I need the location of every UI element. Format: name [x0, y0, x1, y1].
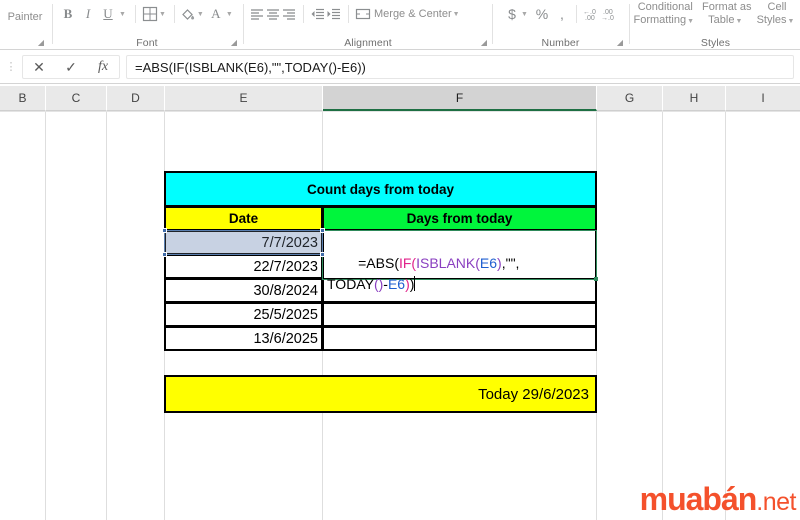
font-color-chevron-down-icon[interactable]: ▼: [226, 11, 233, 18]
date-cell-row-5[interactable]: 13/6/2025: [164, 326, 323, 351]
column-header-G[interactable]: G: [597, 86, 663, 111]
decrease-decimal-icon[interactable]: ←.0.00: [582, 6, 600, 22]
align-center-icon[interactable]: [265, 6, 281, 22]
svg-text:.00: .00: [585, 15, 595, 22]
watermark-logo: muabán.net: [639, 481, 797, 519]
column-header-row: B C D E F G H I: [0, 86, 800, 111]
ribbon-group-styles: Conditional Formatting▼ Format as Table▼…: [631, 0, 800, 50]
ribbon-group-font: B I U ▼ ▼ ▼ A ▼ Font ◢: [53, 0, 241, 50]
gridline-vertical: [725, 111, 726, 520]
formula-bar: ⋮ ✕ ✓ fx =ABS(IF(ISBLANK(E6),"",TODAY()-…: [0, 51, 800, 84]
gridline-horizontal: [0, 111, 800, 112]
borders-chevron-down-icon[interactable]: ▼: [159, 11, 166, 18]
borders-icon[interactable]: [142, 6, 158, 22]
merge-and-center-icon[interactable]: [355, 6, 371, 22]
gridline-vertical: [662, 111, 663, 520]
ribbon-divider: [492, 4, 493, 44]
column-header-C[interactable]: C: [46, 86, 107, 111]
formula-input[interactable]: =ABS(IF(ISBLANK(E6),"",TODAY()-E6)): [126, 55, 794, 79]
ribbon: Painter ◢ B I U ▼ ▼ ▼ A ▼ Font ◢ Merge &…: [0, 0, 800, 50]
table-border-left-segment: [322, 230, 324, 280]
column-header-E[interactable]: E: [165, 86, 323, 111]
italic-button[interactable]: I: [78, 6, 98, 22]
date-cell-row-2[interactable]: 22/7/2023: [164, 254, 323, 279]
ribbon-divider: [243, 4, 244, 44]
gridline-vertical: [45, 111, 46, 520]
clipboard-dialog-launcher[interactable]: ◢: [38, 38, 44, 47]
cancel-edit-button[interactable]: ✕: [23, 56, 55, 78]
underline-button[interactable]: U: [98, 6, 118, 22]
ribbon-group-styles-label: Styles: [700, 37, 731, 49]
currency-chevron-down-icon[interactable]: ▼: [521, 11, 528, 18]
percent-format-button[interactable]: %: [531, 6, 553, 22]
column-header-D[interactable]: D: [107, 86, 165, 111]
watermark-tld: .net: [756, 488, 796, 516]
format-as-table-button[interactable]: Format as Table▼: [702, 1, 752, 28]
table-title-cell[interactable]: Count days from today: [164, 171, 597, 207]
font-dialog-launcher[interactable]: ◢: [231, 38, 237, 47]
currency-format-button[interactable]: $: [504, 6, 520, 22]
column-header-H[interactable]: H: [663, 86, 726, 111]
days-cell-row-5[interactable]: [322, 326, 597, 351]
column-header-days-cell[interactable]: Days from today: [322, 206, 597, 231]
comma-format-button[interactable]: ,: [553, 6, 571, 22]
confirm-edit-button[interactable]: ✓: [55, 56, 87, 78]
number-dialog-launcher[interactable]: ◢: [617, 38, 623, 47]
insert-function-icon[interactable]: fx: [87, 56, 119, 78]
date-cell-row-1[interactable]: 7/7/2023: [164, 230, 323, 255]
worksheet-grid[interactable]: Count days from today Date Days from tod…: [0, 111, 800, 520]
ribbon-group-font-label: Font: [136, 37, 158, 49]
days-cell-row-4[interactable]: [322, 302, 597, 327]
ribbon-divider: [629, 4, 630, 44]
gridline-vertical: [106, 111, 107, 520]
date-cell-row-4[interactable]: 25/5/2025: [164, 302, 323, 327]
fill-color-chevron-down-icon[interactable]: ▼: [197, 11, 204, 18]
increase-decimal-icon[interactable]: .00 →.0: [600, 6, 618, 22]
column-header-F[interactable]: F: [323, 86, 597, 111]
fill-color-icon[interactable]: [180, 6, 196, 22]
cell-styles-button[interactable]: Cell Styles▼: [757, 1, 798, 28]
name-box-placeholder: ⋮: [5, 60, 17, 73]
align-left-icon[interactable]: [249, 6, 265, 22]
underline-chevron-down-icon[interactable]: ▼: [119, 11, 126, 18]
format-painter-label[interactable]: Painter: [8, 11, 43, 23]
ribbon-group-clipboard: Painter ◢: [0, 0, 50, 50]
alignment-dialog-launcher[interactable]: ◢: [481, 38, 487, 47]
date-cell-row-3[interactable]: 30/8/2024: [164, 278, 323, 303]
conditional-formatting-button[interactable]: Conditional Formatting▼: [634, 1, 698, 28]
increase-indent-icon[interactable]: [326, 6, 342, 22]
align-right-icon[interactable]: [281, 6, 297, 22]
column-header-I[interactable]: I: [726, 86, 800, 111]
ribbon-group-alignment-label: Alignment: [344, 37, 392, 49]
bold-button[interactable]: B: [58, 6, 78, 22]
merge-chevron-down-icon[interactable]: ▼: [453, 11, 460, 18]
active-cell-formula-text[interactable]: =ABS(IF(ISBLANK(E6),"", TODAY()-E6)): [325, 232, 593, 292]
merge-and-center-label[interactable]: Merge & Center: [374, 8, 452, 20]
ribbon-group-number: $ ▼ % , ←.0.00 .00 →.0 Number ◢: [494, 0, 627, 50]
formula-bar-buttons: ✕ ✓ fx: [22, 55, 120, 79]
column-header-date-cell[interactable]: Date: [164, 206, 323, 231]
excel-window: Painter ◢ B I U ▼ ▼ ▼ A ▼ Font ◢ Merge &…: [0, 0, 800, 520]
ribbon-group-number-label: Number: [541, 37, 580, 49]
ribbon-group-alignment: Merge & Center ▼ Alignment ◢: [245, 0, 491, 50]
font-color-icon[interactable]: A: [207, 6, 225, 22]
today-summary-cell[interactable]: Today 29/6/2023: [164, 375, 597, 413]
watermark-brand: muabán: [639, 481, 758, 517]
table-border-right-segment: [595, 230, 597, 280]
decrease-indent-icon[interactable]: [310, 6, 326, 22]
column-header-B[interactable]: B: [0, 86, 46, 111]
svg-text:→.0: →.0: [601, 15, 614, 22]
